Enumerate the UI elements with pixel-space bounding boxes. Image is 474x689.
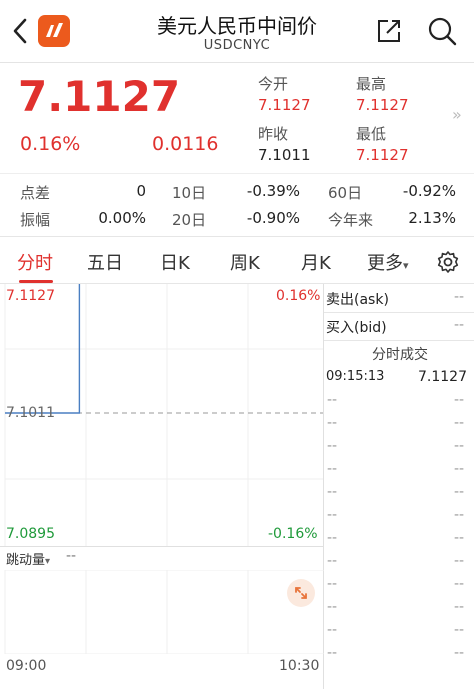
- stat-spread-label: 点差: [20, 184, 51, 202]
- prev-close-value: 7.1011: [258, 146, 311, 164]
- y-label-top: 7.1127: [6, 288, 55, 304]
- trade-row-empty: --: [454, 645, 465, 661]
- indicator-value: --: [66, 548, 77, 564]
- tabs-top-divider: [0, 236, 474, 237]
- subchart-divider: [0, 546, 324, 547]
- trade-row-empty: --: [327, 415, 338, 431]
- y-label-mid: 7.1011: [6, 405, 55, 421]
- tick-volume-chart[interactable]: [0, 570, 324, 654]
- tab-monthly-k[interactable]: 月K: [301, 249, 331, 275]
- indicator-selector[interactable]: 跳动量▾: [6, 549, 50, 568]
- stat-spread-value: 0: [136, 182, 146, 200]
- low-value: 7.1127: [356, 146, 409, 164]
- pct-label-bottom: -0.16%: [268, 526, 318, 542]
- ask-bid-divider: [324, 312, 474, 313]
- stat-ytd-label: 今年来: [328, 211, 374, 229]
- open-value: 7.1127: [258, 96, 311, 114]
- trade-time: 09:15:13: [326, 369, 385, 384]
- trade-row-empty: --: [454, 530, 465, 546]
- trade-row-empty: --: [454, 484, 465, 500]
- trade-row-empty: --: [454, 415, 465, 431]
- share-icon[interactable]: [374, 16, 404, 46]
- time-label-start: 09:00: [6, 658, 47, 674]
- pct-label-top: 0.16%: [276, 288, 321, 304]
- trade-row-empty: --: [327, 530, 338, 546]
- tab-five-day[interactable]: 五日: [87, 249, 123, 275]
- trade-row-empty: --: [327, 599, 338, 615]
- trade-row-empty: --: [454, 461, 465, 477]
- change-value: 0.0116: [152, 133, 219, 155]
- trade-row-empty: --: [327, 392, 338, 408]
- stat-10d-label: 10日: [172, 184, 207, 202]
- tab-more-label: 更多: [367, 253, 403, 274]
- high-value: 7.1127: [356, 96, 409, 114]
- stat-60d-label: 60日: [328, 184, 363, 202]
- trade-row-empty: --: [454, 553, 465, 569]
- ask-label: 卖出(ask): [326, 292, 389, 308]
- last-price: 7.1127: [18, 72, 181, 121]
- indicator-label: 跳动量: [6, 553, 46, 568]
- stat-ytd-value: 2.13%: [408, 209, 456, 227]
- trade-row-empty: --: [454, 507, 465, 523]
- time-label-end: 10:30: [279, 658, 320, 674]
- open-label: 今开: [258, 75, 289, 93]
- trade-row-empty: --: [327, 461, 338, 477]
- trade-price: 7.1127: [418, 369, 467, 385]
- search-icon[interactable]: [426, 15, 458, 47]
- bid-value: --: [454, 317, 465, 333]
- fullscreen-expand-icon[interactable]: [287, 579, 315, 607]
- trades-title: 分时成交: [372, 347, 428, 363]
- high-label: 最高: [356, 75, 387, 93]
- bid-trades-divider: [324, 340, 474, 341]
- trade-row-empty: --: [327, 645, 338, 661]
- bid-label: 买入(bid): [326, 320, 387, 336]
- change-percent: 0.16%: [20, 133, 81, 155]
- low-label: 最低: [356, 125, 387, 143]
- y-label-bottom: 7.0895: [6, 526, 55, 542]
- tab-intraday[interactable]: 分时: [17, 249, 53, 275]
- trade-row-empty: --: [454, 576, 465, 592]
- trade-row-empty: --: [454, 438, 465, 454]
- stat-20d-label: 20日: [172, 211, 207, 229]
- trade-row-empty: --: [327, 438, 338, 454]
- trade-row-empty: --: [327, 484, 338, 500]
- caret-down-icon: ▾: [45, 556, 51, 567]
- stats-divider: [0, 173, 474, 174]
- stat-60d-value: -0.92%: [402, 182, 456, 200]
- trade-row-empty: --: [327, 507, 338, 523]
- settings-gear-icon[interactable]: [436, 250, 460, 274]
- caret-down-icon: ▾: [403, 259, 409, 272]
- trade-row-empty: --: [454, 599, 465, 615]
- tab-daily-k[interactable]: 日K: [160, 249, 190, 275]
- trade-row-empty: --: [327, 576, 338, 592]
- tab-weekly-k[interactable]: 周K: [230, 249, 260, 275]
- header-divider: [0, 62, 474, 63]
- tab-more[interactable]: 更多▾: [367, 249, 409, 275]
- stat-20d-value: -0.90%: [246, 209, 300, 227]
- trade-row-empty: --: [327, 622, 338, 638]
- stat-amplitude-value: 0.00%: [98, 209, 146, 227]
- stat-10d-value: -0.39%: [246, 182, 300, 200]
- prev-close-label: 昨收: [258, 125, 289, 143]
- trade-row-empty: --: [454, 622, 465, 638]
- trade-row-empty: --: [454, 392, 465, 408]
- expand-quote-arrow-icon[interactable]: »: [452, 105, 462, 124]
- ask-value: --: [454, 289, 465, 305]
- stat-amplitude-label: 振幅: [20, 211, 51, 229]
- trade-row-empty: --: [327, 553, 338, 569]
